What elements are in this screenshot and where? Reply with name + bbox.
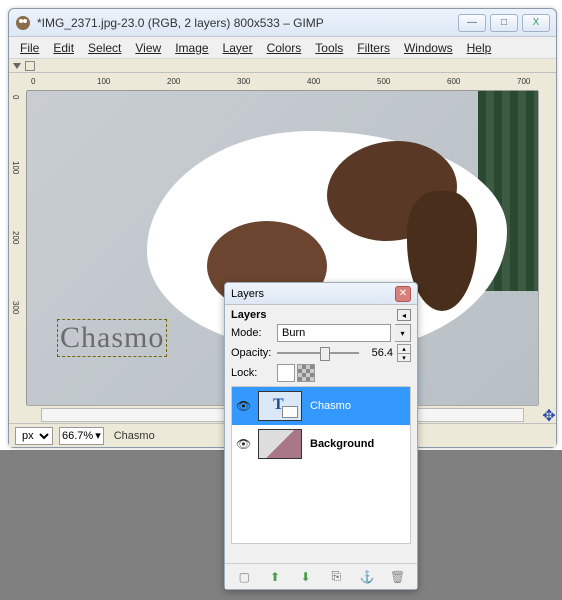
lock-label: Lock: <box>231 367 273 379</box>
text-layer-selection[interactable]: Chasmo <box>57 319 167 357</box>
layers-titlebar[interactable]: Layers ✕ <box>225 283 417 305</box>
raise-layer-button[interactable]: ⬆ <box>266 568 284 586</box>
menu-image[interactable]: Image <box>168 39 215 57</box>
unit-select[interactable]: px <box>15 427 53 445</box>
layers-close-button[interactable]: ✕ <box>395 286 411 302</box>
mode-dropdown-icon[interactable]: ▾ <box>395 324 411 342</box>
maximize-button[interactable]: □ <box>490 14 518 32</box>
menu-windows[interactable]: Windows <box>397 39 460 57</box>
layers-title-label: Layers <box>231 288 395 300</box>
layer-thumbnail <box>258 429 302 459</box>
lock-pixels-toggle[interactable] <box>277 364 295 382</box>
menu-bar: File Edit Select View Image Layer Colors… <box>9 37 556 59</box>
lock-alpha-toggle[interactable] <box>297 364 315 382</box>
layer-item[interactable]: 👁 Chasmo <box>232 387 410 425</box>
layers-section-label: Layers <box>231 309 397 321</box>
menu-colors[interactable]: Colors <box>260 39 309 57</box>
layer-thumbnail <box>258 391 302 421</box>
opacity-spinner[interactable]: ▴▾ <box>397 344 411 362</box>
quickmask-toggle[interactable] <box>25 61 35 71</box>
menu-filters[interactable]: Filters <box>350 39 397 57</box>
vertical-ruler: 0 100 200 300 <box>9 91 27 405</box>
layers-menu-icon[interactable]: ◂ <box>397 309 411 321</box>
duplicate-layer-button[interactable]: ⎘ <box>327 568 345 586</box>
minimize-button[interactable]: — <box>458 14 486 32</box>
horizontal-ruler: 0 100 200 300 400 500 600 700 <box>27 73 538 91</box>
layers-footer: ▢ ⬆ ⬇ ⎘ ⚓ 🗑 <box>225 563 417 589</box>
navigate-icon[interactable]: ✥ <box>540 407 558 425</box>
menu-edit[interactable]: Edit <box>46 39 81 57</box>
mode-label: Mode: <box>231 327 273 339</box>
menu-view[interactable]: View <box>128 39 168 57</box>
anchor-layer-button[interactable]: ⚓ <box>358 568 376 586</box>
menu-tools[interactable]: Tools <box>308 39 350 57</box>
tool-row <box>9 59 556 73</box>
watermark-text: Chasmo <box>60 321 164 354</box>
mode-select[interactable]: Burn <box>277 324 391 342</box>
layer-item[interactable]: 👁 Background <box>232 425 410 463</box>
menu-help[interactable]: Help <box>460 39 499 57</box>
lower-layer-button[interactable]: ⬇ <box>297 568 315 586</box>
delete-layer-button[interactable]: 🗑 <box>389 568 407 586</box>
opacity-value: 56.4 <box>363 347 393 359</box>
close-button[interactable]: X <box>522 14 550 32</box>
dropdown-icon[interactable] <box>13 63 21 69</box>
layers-panel: Layers ✕ Layers ◂ Mode: Burn ▾ Opacity: … <box>224 282 418 590</box>
titlebar[interactable]: *IMG_2371.jpg-23.0 (RGB, 2 layers) 800x5… <box>9 9 556 37</box>
layer-name: Chasmo <box>310 400 351 412</box>
visibility-icon[interactable]: 👁 <box>236 399 250 413</box>
layer-name: Background <box>310 438 374 450</box>
opacity-slider[interactable] <box>277 345 359 361</box>
opacity-label: Opacity: <box>231 347 273 359</box>
visibility-icon[interactable]: 👁 <box>236 437 250 451</box>
menu-select[interactable]: Select <box>81 39 128 57</box>
menu-file[interactable]: File <box>13 39 46 57</box>
new-layer-button[interactable]: ▢ <box>235 568 253 586</box>
window-title: *IMG_2371.jpg-23.0 (RGB, 2 layers) 800x5… <box>37 16 458 30</box>
app-icon <box>15 15 31 31</box>
zoom-select[interactable]: 66.7%▾ <box>59 427 104 445</box>
status-text: Chasmo <box>114 430 155 442</box>
menu-layer[interactable]: Layer <box>216 39 260 57</box>
vertical-scrollbar[interactable] <box>538 91 556 405</box>
layer-list: 👁 Chasmo 👁 Background <box>231 386 411 544</box>
